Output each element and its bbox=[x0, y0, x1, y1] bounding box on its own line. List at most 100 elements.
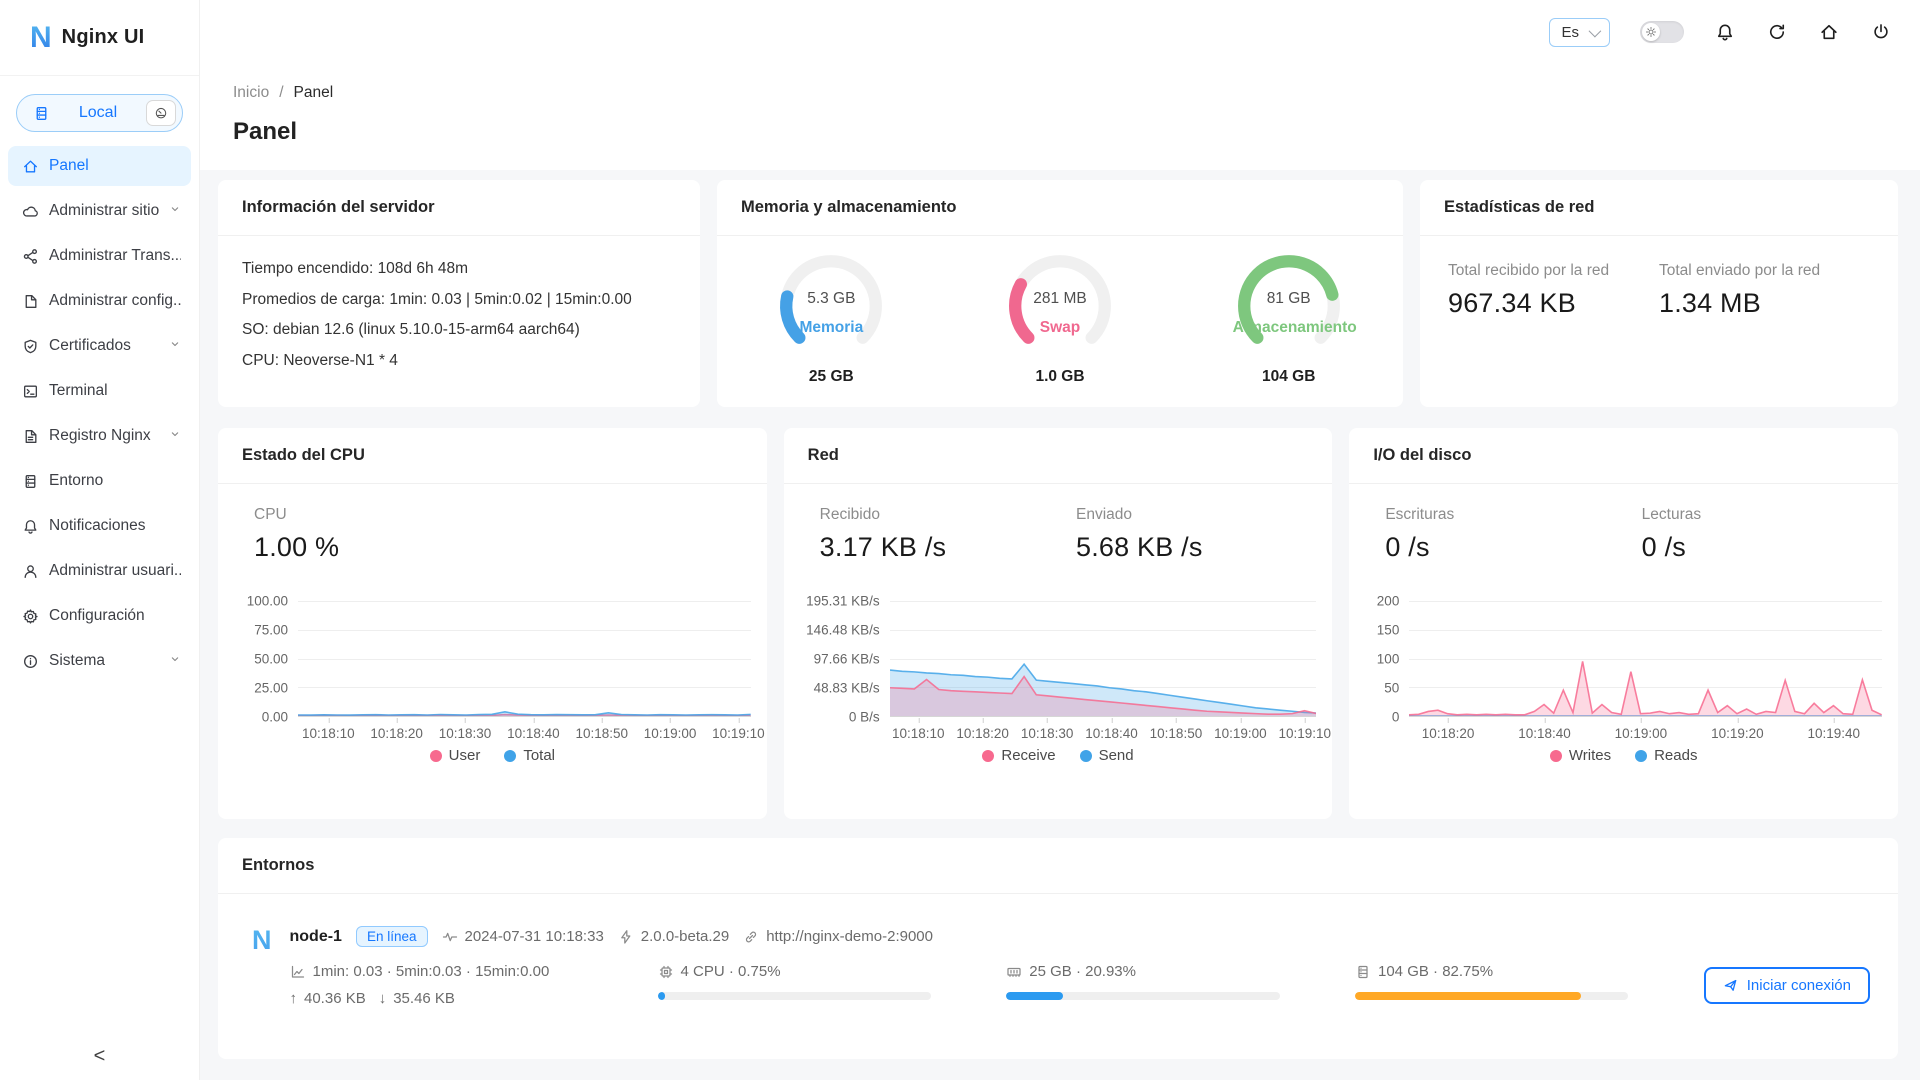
memory-progress-bar bbox=[1006, 992, 1063, 1000]
node-selector-label: Local bbox=[50, 104, 146, 122]
sidebar-item-panel[interactable]: Panel bbox=[8, 146, 191, 186]
app-layout: N Nginx UI Local Panel Administrar sitio… bbox=[0, 0, 1920, 1080]
server-info-title: Información del servidor bbox=[218, 180, 700, 236]
node-selector[interactable]: Local bbox=[16, 94, 183, 132]
dashboard-content: Información del servidor Tiempo encendid… bbox=[200, 170, 1920, 1080]
cloud-icon bbox=[22, 203, 39, 220]
network-card: Red Recibido 3.17 KB /s Enviado 5.68 KB … bbox=[784, 428, 1333, 819]
receive-legend-dot bbox=[982, 750, 994, 762]
received-value: 3.17 KB /s bbox=[820, 532, 1076, 563]
gear-icon bbox=[22, 608, 39, 625]
notifications-button[interactable] bbox=[1714, 21, 1736, 43]
sun-icon bbox=[1642, 23, 1660, 41]
node-status-badge: En línea bbox=[356, 926, 428, 947]
disk-chart bbox=[1409, 601, 1882, 717]
language-value: Es bbox=[1561, 24, 1579, 41]
network-title: Red bbox=[784, 428, 1333, 484]
sidebar-collapse-button[interactable]: < bbox=[0, 1032, 199, 1080]
collapse-icon: < bbox=[94, 1045, 106, 1068]
upload-arrow-icon: ↑ bbox=[290, 990, 298, 1007]
send-legend-dot bbox=[1080, 750, 1092, 762]
link-icon bbox=[743, 929, 759, 945]
cpu-status-card: Estado del CPU CPU 1.00 % 100.00 75.00 5… bbox=[218, 428, 767, 819]
info-circle-icon bbox=[22, 653, 39, 670]
memory-storage-title: Memoria y almacenamiento bbox=[717, 180, 1403, 236]
node-traffic: ↑ 40.36 KB ↓ 35.46 KB bbox=[290, 990, 620, 1007]
chevron-down-icon bbox=[169, 427, 181, 445]
network-legend: Receive Send bbox=[784, 747, 1333, 764]
node-disk-block: 104 GB · 82.75% bbox=[1355, 963, 1666, 1000]
cpu-value: 1.00 % bbox=[254, 532, 510, 563]
uptime-text: Tiempo encendido: 108d 6h 48m bbox=[242, 260, 676, 279]
reads-legend-dot bbox=[1635, 750, 1647, 762]
app-title: Nginx UI bbox=[62, 26, 145, 49]
cpu-status-title: Estado del CPU bbox=[218, 428, 767, 484]
total-sent-value: 1.34 MB bbox=[1659, 288, 1870, 319]
node-url: http://nginx-demo-2:9000 bbox=[743, 928, 933, 945]
environments-title: Entornos bbox=[218, 838, 1898, 894]
reads-label: Lecturas bbox=[1642, 506, 1898, 524]
top-header: Es bbox=[200, 0, 1920, 64]
logout-button[interactable] bbox=[1870, 21, 1892, 43]
sidebar-item-configuracion[interactable]: Configuración bbox=[8, 596, 191, 636]
breadcrumb-current: Panel bbox=[294, 84, 334, 102]
total-received-label: Total recibido por la red bbox=[1448, 262, 1659, 280]
node-checked-time: 2024-07-31 10:18:33 bbox=[442, 928, 604, 945]
file-icon bbox=[22, 293, 39, 310]
sent-value: 5.68 KB /s bbox=[1076, 532, 1332, 563]
node-memory-block: 25 GB · 20.93% bbox=[1006, 963, 1317, 1000]
node-analytics-button[interactable] bbox=[146, 100, 176, 126]
node-version: 2.0.0-beta.29 bbox=[618, 928, 729, 945]
home-button[interactable] bbox=[1818, 21, 1840, 43]
sidebar-item-administrar-sitios[interactable]: Administrar sitios bbox=[8, 191, 191, 231]
sidebar-item-administrar-trans[interactable]: Administrar Trans... bbox=[8, 236, 191, 276]
writes-legend-dot bbox=[1550, 750, 1562, 762]
download-arrow-icon: ↓ bbox=[379, 990, 387, 1007]
sidebar: N Nginx UI Local Panel Administrar sitio… bbox=[0, 0, 200, 1080]
app-logo[interactable]: N Nginx UI bbox=[0, 0, 199, 76]
terminal-icon bbox=[22, 383, 39, 400]
writes-label: Escrituras bbox=[1385, 506, 1641, 524]
sidebar-item-administrar-config[interactable]: Administrar config... bbox=[8, 281, 191, 321]
send-icon bbox=[1723, 978, 1738, 993]
received-label: Recibido bbox=[820, 506, 1076, 524]
chevron-down-icon bbox=[169, 652, 181, 670]
sidebar-item-registro-nginx[interactable]: Registro Nginx bbox=[8, 416, 191, 456]
ram-icon bbox=[1006, 964, 1022, 980]
server-info-card: Información del servidor Tiempo encendid… bbox=[218, 180, 700, 407]
theme-toggle[interactable] bbox=[1640, 21, 1684, 43]
share-icon bbox=[22, 248, 39, 265]
user-icon bbox=[22, 563, 39, 580]
chevron-down-icon bbox=[169, 202, 181, 220]
main-area: Es Inicio / bbox=[200, 0, 1920, 1080]
file-text-icon bbox=[22, 428, 39, 445]
disk-io-card: I/O del disco Escrituras 0 /s Lecturas 0… bbox=[1349, 428, 1898, 819]
sent-label: Enviado bbox=[1076, 506, 1332, 524]
sidebar-item-administrar-usuarios[interactable]: Administrar usuari... bbox=[8, 551, 191, 591]
writes-value: 0 /s bbox=[1385, 532, 1641, 563]
sidebar-item-notificaciones[interactable]: Notificaciones bbox=[8, 506, 191, 546]
chevron-down-icon bbox=[1589, 24, 1602, 37]
sidebar-menu: Panel Administrar sitios Administrar Tra… bbox=[0, 146, 199, 681]
refresh-button[interactable] bbox=[1766, 21, 1788, 43]
node-name: node-1 bbox=[290, 928, 342, 946]
language-select[interactable]: Es bbox=[1549, 18, 1610, 47]
cpu-chip-icon bbox=[658, 964, 674, 980]
network-stats-title: Estadísticas de red bbox=[1420, 180, 1898, 236]
total-legend-dot bbox=[504, 750, 516, 762]
home-icon bbox=[22, 158, 39, 175]
os-text: SO: debian 12.6 (linux 5.10.0-15-arm64 a… bbox=[242, 321, 676, 340]
lightning-icon bbox=[618, 929, 634, 945]
breadcrumb-home[interactable]: Inicio bbox=[233, 84, 269, 102]
reads-value: 0 /s bbox=[1642, 532, 1898, 563]
pulse-icon bbox=[442, 929, 458, 945]
sidebar-item-certificados[interactable]: Certificados bbox=[8, 326, 191, 366]
disk-y-axis: 200 150 100 50 0 bbox=[1363, 601, 1409, 717]
page-head: Inicio / Panel Panel bbox=[200, 64, 1920, 170]
sidebar-item-entorno[interactable]: Entorno bbox=[8, 461, 191, 501]
network-chart bbox=[890, 601, 1317, 717]
connect-button[interactable]: Iniciar conexión bbox=[1704, 967, 1870, 1004]
sidebar-item-terminal[interactable]: Terminal bbox=[8, 371, 191, 411]
memory-storage-card: Memoria y almacenamiento 5.3 GB Memoria bbox=[717, 180, 1403, 407]
sidebar-item-sistema[interactable]: Sistema bbox=[8, 641, 191, 681]
